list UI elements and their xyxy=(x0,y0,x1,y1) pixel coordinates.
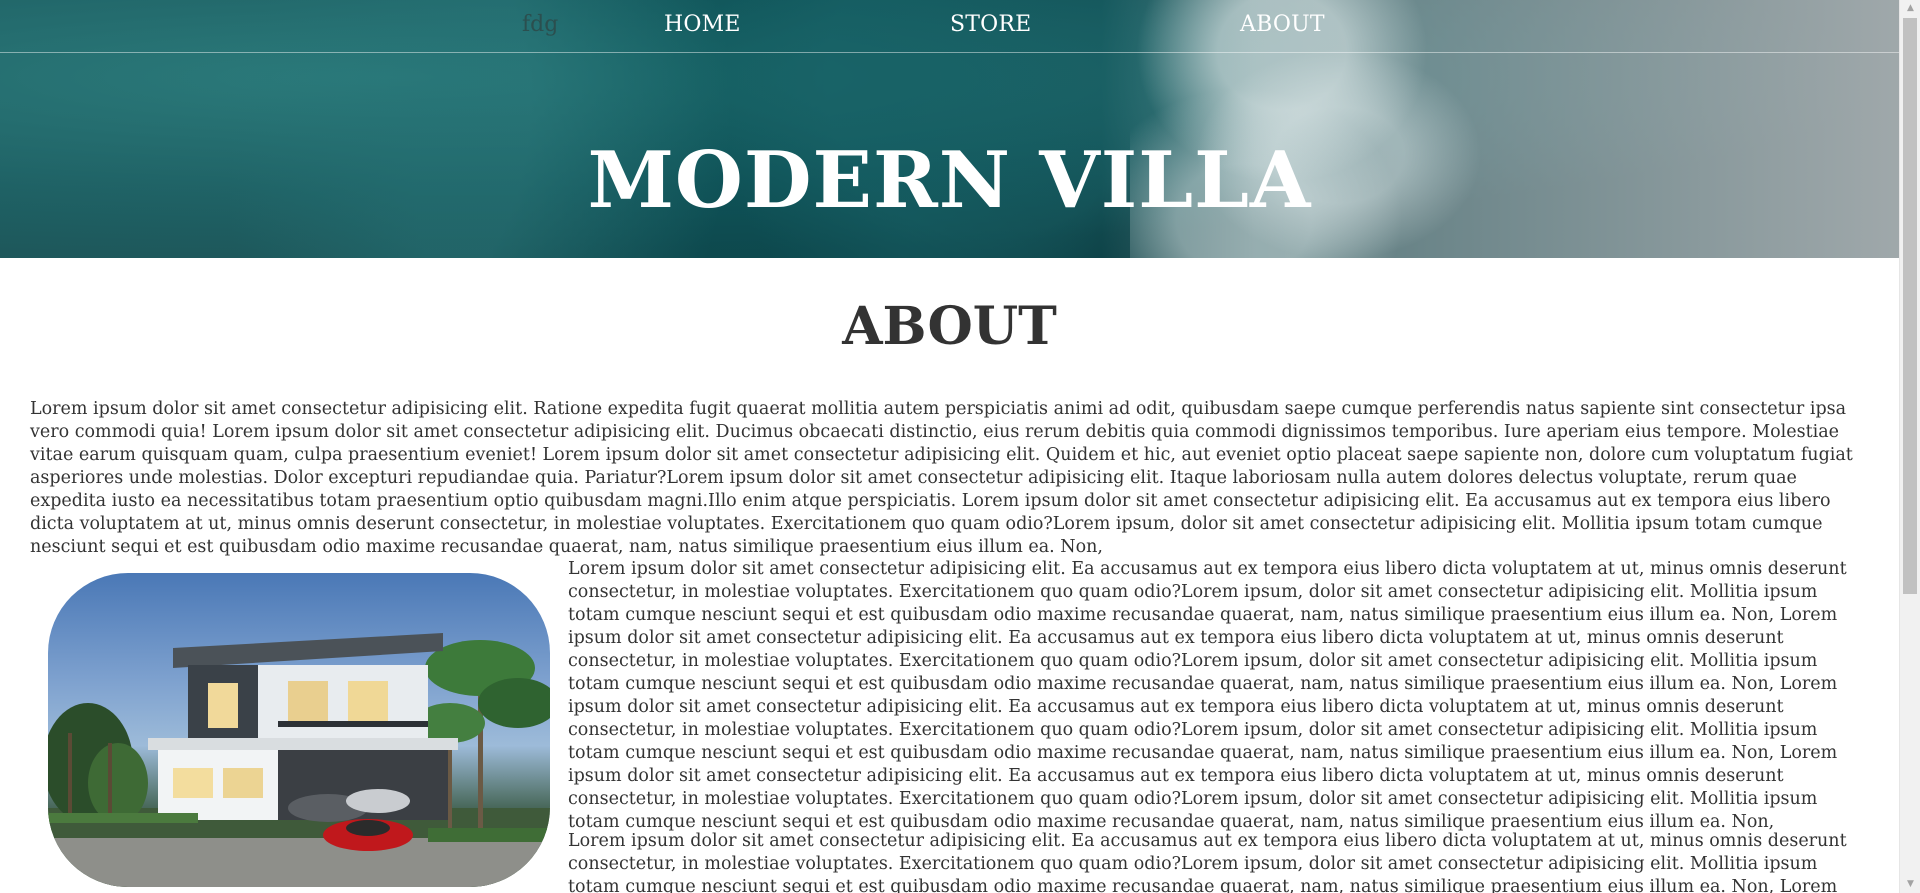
scrollbar-thumb[interactable] xyxy=(1903,18,1917,594)
hero-banner: fdg HOME STORE ABOUT MODERN VILLA xyxy=(0,0,1899,258)
page: fdg HOME STORE ABOUT MODERN VILLA ABOUT … xyxy=(0,0,1920,893)
nav-brand[interactable]: fdg xyxy=(522,12,558,37)
scroll-up-arrow-icon[interactable]: ▲ xyxy=(1900,0,1920,17)
villa-image xyxy=(48,573,550,887)
about-section: ABOUT Lorem ipsum dolor sit amet consect… xyxy=(0,258,1899,893)
about-paragraph-continued: Lorem ipsum dolor sit amet consectetur a… xyxy=(568,831,1847,893)
hero-title: MODERN VILLA xyxy=(587,135,1312,227)
about-paragraph-intro: Lorem ipsum dolor sit amet consectetur a… xyxy=(30,399,1853,557)
nav-item-home[interactable]: HOME xyxy=(664,12,741,37)
about-paragraph-body: Lorem ipsum dolor sit amet consectetur a… xyxy=(568,559,1847,832)
section-heading: ABOUT xyxy=(842,296,1057,357)
nav-item-about[interactable]: ABOUT xyxy=(1240,12,1325,37)
page-scrollbar[interactable]: ▲ ▼ xyxy=(1899,0,1920,893)
top-navigation: fdg HOME STORE ABOUT xyxy=(0,0,1899,53)
nav-item-store[interactable]: STORE xyxy=(950,12,1031,37)
villa-illustration xyxy=(48,633,550,887)
scroll-down-arrow-icon[interactable]: ▼ xyxy=(1900,876,1920,893)
